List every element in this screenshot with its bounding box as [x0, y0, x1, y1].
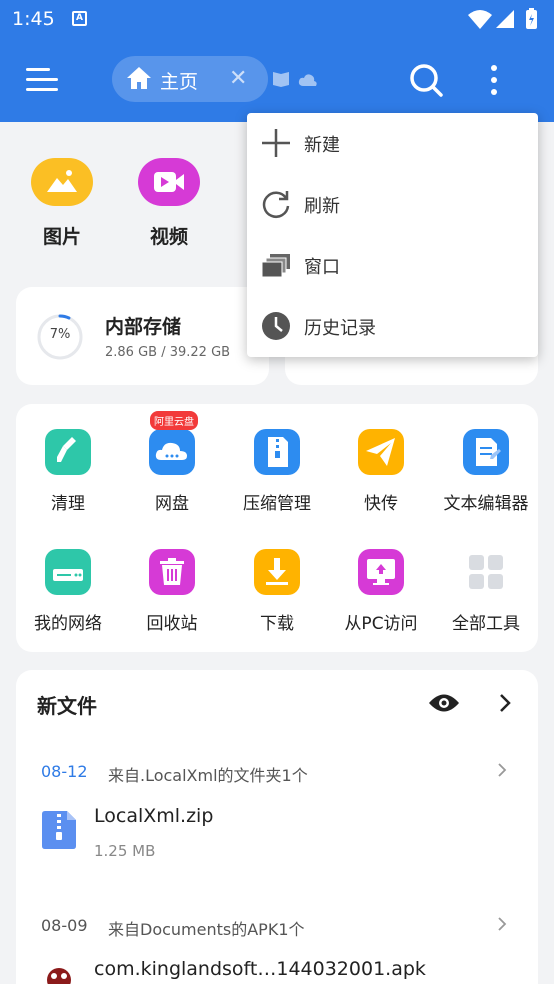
group-date: 08-09	[41, 916, 88, 935]
router-icon	[45, 549, 91, 595]
tool-label: 全部工具	[452, 614, 520, 634]
storage-percent: 7%	[49, 327, 71, 342]
system-icons	[464, 8, 544, 34]
group-date: 08-12	[41, 762, 88, 781]
tool-label: 压缩管理	[243, 494, 311, 514]
tool-label: 清理	[51, 494, 85, 514]
broom-icon	[45, 429, 91, 475]
tab-extra-icons[interactable]	[272, 69, 326, 93]
tool-trash[interactable]: 回收站	[120, 549, 224, 634]
file-size: 1.25 MB	[94, 842, 156, 860]
clock-icon	[262, 312, 290, 340]
menu-item-new[interactable]: 新建	[247, 113, 538, 174]
storage-usage-ring: 7%	[36, 313, 84, 361]
tool-text-editor[interactable]: 文本编辑器	[434, 429, 538, 514]
trash-icon	[149, 549, 195, 595]
tools-card: 清理 阿里云盘 网盘 压缩管理 快传 文本编辑器 我的网络 回收站 下载 从PC访问 全部工具	[16, 404, 538, 652]
status-time: 1:45	[12, 8, 55, 30]
pc-icon	[358, 549, 404, 595]
zip-icon	[254, 429, 300, 475]
quick-access-videos[interactable]: 视频	[129, 158, 209, 249]
storage-title: 内部存储	[105, 316, 182, 338]
send-icon	[358, 429, 404, 475]
menu-item-windows[interactable]: 窗口	[247, 235, 538, 296]
file-name[interactable]: com.kinglandsoft…144032001.apk	[94, 958, 426, 980]
menu-item-label: 新建	[304, 135, 340, 156]
tool-label: 回收站	[146, 614, 198, 634]
signal-icon	[496, 10, 514, 28]
group-source[interactable]: 来自.LocalXml的文件夹1个	[108, 762, 308, 786]
tool-label: 网盘	[155, 494, 189, 514]
cloud-small-icon	[298, 74, 317, 86]
tool-label: 文本编辑器	[443, 494, 529, 514]
app-bar: 主页 ✕	[0, 38, 554, 122]
chevron-right-icon[interactable]	[498, 692, 512, 718]
file-name[interactable]: LocalXml.zip	[94, 805, 213, 827]
storage-detail: 2.86 GB / 39.22 GB	[105, 345, 231, 360]
group-source[interactable]: 来自Documents的APK1个	[108, 916, 305, 940]
menu-item-label: 刷新	[304, 196, 340, 217]
eye-icon[interactable]	[428, 692, 460, 718]
internal-storage-card[interactable]: 7% 内部存储 2.86 GB / 39.22 GB	[16, 287, 269, 385]
tool-label: 从PC访问	[344, 614, 418, 634]
plus-icon	[262, 129, 290, 157]
download-icon	[254, 549, 300, 595]
book-icon	[273, 72, 289, 87]
quick-access-label: 图片	[42, 226, 81, 248]
search-icon[interactable]	[408, 62, 444, 102]
tool-label: 快传	[364, 494, 398, 514]
status-bar: 1:45 A	[0, 0, 554, 38]
tool-download[interactable]: 下载	[225, 549, 329, 634]
menu-item-label: 窗口	[304, 257, 340, 278]
overflow-menu: 新建 刷新 窗口 历史记录	[247, 113, 538, 357]
zip-file-icon	[41, 810, 77, 854]
refresh-icon	[262, 191, 290, 218]
quick-access-label: 视频	[149, 226, 188, 248]
apk-app-icon	[41, 962, 77, 984]
menu-item-history[interactable]: 历史记录	[247, 296, 538, 357]
menu-item-refresh[interactable]: 刷新	[247, 174, 538, 235]
new-files-title: 新文件	[37, 694, 97, 718]
tool-pc[interactable]: 从PC访问	[329, 549, 433, 634]
chevron-right-icon[interactable]	[496, 762, 508, 782]
wifi-icon	[468, 10, 492, 29]
image-icon	[31, 158, 93, 206]
menu-item-label: 历史记录	[304, 318, 376, 339]
home-icon	[127, 67, 151, 89]
tool-router[interactable]: 我的网络	[16, 549, 120, 634]
tab-home[interactable]: 主页 ✕	[112, 56, 268, 102]
close-tab-icon[interactable]: ✕	[229, 68, 247, 90]
tool-broom[interactable]: 清理	[16, 429, 120, 514]
tool-badge: 阿里云盘	[150, 411, 198, 430]
tool-grid[interactable]: 全部工具	[434, 549, 538, 634]
windows-icon	[261, 254, 290, 278]
tool-send[interactable]: 快传	[329, 429, 433, 514]
tool-label: 下载	[260, 614, 294, 634]
cloud-icon	[149, 429, 195, 475]
tool-label: 我的网络	[34, 614, 102, 634]
grid-icon	[463, 549, 509, 595]
tool-cloud[interactable]: 阿里云盘 网盘	[120, 411, 224, 514]
quick-access-images[interactable]: 图片	[22, 158, 102, 249]
tool-zip[interactable]: 压缩管理	[225, 429, 329, 514]
notification-a-icon: A	[72, 11, 87, 26]
text-editor-icon	[463, 429, 509, 475]
tab-label: 主页	[160, 71, 199, 93]
new-files-card: 新文件 08-12 来自.LocalXml的文件夹1个 LocalXml.zip…	[16, 670, 538, 984]
more-options-icon[interactable]	[488, 62, 500, 98]
chevron-right-icon[interactable]	[496, 916, 508, 936]
video-icon	[138, 158, 200, 206]
menu-icon[interactable]	[26, 66, 60, 94]
battery-icon	[526, 8, 537, 29]
